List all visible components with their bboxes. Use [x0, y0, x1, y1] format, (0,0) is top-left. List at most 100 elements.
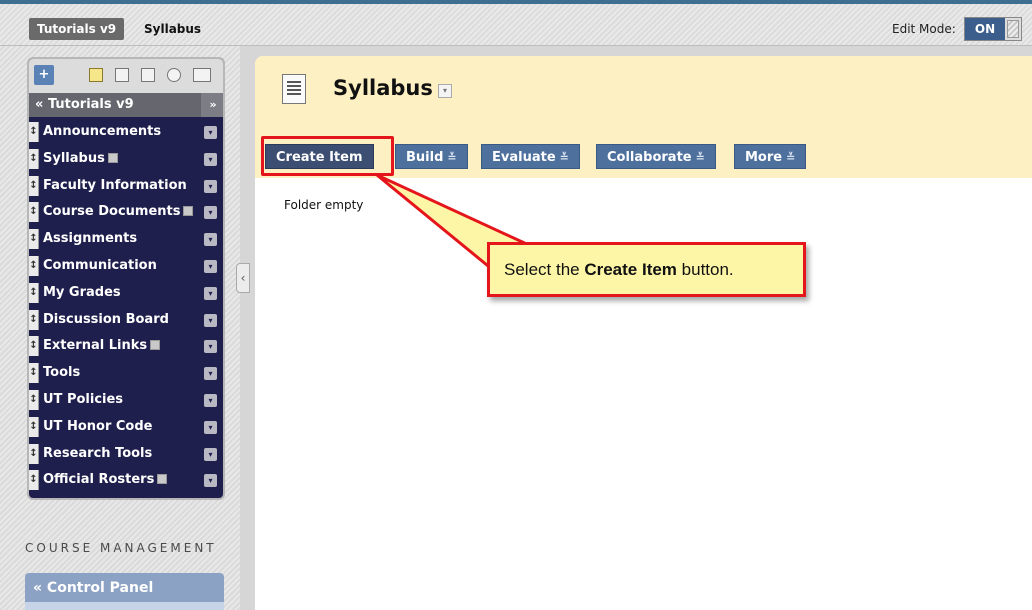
add-icon[interactable]: +: [34, 65, 54, 85]
course-menu-item-text: Announcements: [43, 124, 162, 139]
drag-handle-icon[interactable]: ↕: [29, 309, 39, 330]
item-options-chevron-icon[interactable]: ▾: [204, 340, 217, 354]
callout-text-post: button.: [676, 260, 734, 279]
course-management-label: COURSE MANAGEMENT: [25, 541, 217, 555]
course-menu-item[interactable]: ↕ UT Policies ▾: [29, 387, 223, 414]
item-options-chevron-icon[interactable]: ▾: [204, 286, 217, 300]
drag-handle-icon[interactable]: ↕: [29, 255, 39, 276]
course-menu-item[interactable]: ↕ My Grades ▾: [29, 280, 223, 307]
build-label: Build: [406, 150, 444, 165]
course-menu-item-label: Communication: [43, 253, 157, 280]
course-menu-item-label: Discussion Board: [43, 307, 169, 334]
drag-handle-icon[interactable]: ↕: [29, 389, 39, 410]
item-options-chevron-icon[interactable]: ▾: [204, 313, 217, 327]
drag-handle-icon[interactable]: ↕: [29, 336, 39, 357]
chevron-down-icon: ≚: [786, 151, 796, 164]
drag-handle-icon[interactable]: ↕: [29, 202, 39, 223]
collaborate-button[interactable]: Collaborate ≚: [596, 144, 716, 169]
drag-handle-icon[interactable]: ↕: [29, 470, 39, 491]
drag-handle-icon[interactable]: ↕: [29, 148, 39, 169]
grid-icon[interactable]: [193, 68, 211, 82]
drag-handle-icon[interactable]: ↕: [29, 363, 39, 384]
course-menu-item[interactable]: ↕ Official Rosters ▾: [29, 467, 223, 494]
page-title: Syllabus: [333, 76, 433, 100]
item-options-chevron-icon[interactable]: ▾: [204, 447, 217, 461]
drag-handle-icon[interactable]: ↕: [29, 282, 39, 303]
collapse-up-icon: «: [35, 97, 44, 112]
edit-mode-toggle[interactable]: ON: [964, 17, 1022, 41]
item-options-chevron-icon[interactable]: ▾: [204, 393, 217, 407]
course-menu-item-text: Communication: [43, 257, 157, 273]
course-menu-item-text: UT Policies: [43, 391, 124, 407]
content-area: Syllabus ▾ Create Item Build ≚ Evaluate ≚ …: [255, 56, 1032, 610]
course-menu-item[interactable]: ↕ Discussion Board ▾: [29, 307, 223, 334]
item-options-chevron-icon[interactable]: ▾: [204, 367, 217, 381]
course-menu-item-text: Course Documents: [43, 204, 181, 220]
folder-view-icon[interactable]: [115, 68, 129, 82]
course-menu-item-label: Course Documents: [43, 199, 194, 226]
drag-handle-icon[interactable]: ↕: [29, 229, 39, 250]
page-icon: [282, 74, 306, 104]
hidden-status-icon: [107, 152, 118, 163]
evaluate-button[interactable]: Evaluate ≚: [481, 144, 580, 169]
course-menu-item-label: My Grades: [43, 280, 121, 307]
course-menu-item-text: Tools: [43, 365, 81, 381]
drag-handle-icon[interactable]: ↕: [29, 416, 39, 437]
course-menu-item-label: Announcements: [43, 119, 161, 146]
item-options-chevron-icon[interactable]: ▾: [204, 179, 217, 193]
chevron-down-icon: ≚: [559, 151, 569, 164]
drag-handle-icon[interactable]: ↕: [29, 443, 39, 464]
toggle-knob: [1007, 20, 1019, 38]
course-menu-item-label: Assignments: [43, 226, 137, 253]
course-menu-item[interactable]: ↕ Research Tools ▾: [29, 441, 223, 468]
item-options-chevron-icon[interactable]: ▾: [204, 420, 217, 434]
course-menu-items: ↕ Announcements ▾ ↕ Syllabus ▾ ↕ Faculty Inform…: [29, 119, 223, 494]
more-label: More: [745, 150, 783, 165]
course-menu-item-label: Syllabus: [43, 146, 118, 173]
course-menu-header[interactable]: « Tutorials v9 »: [29, 93, 223, 117]
course-menu-item-text: Research Tools: [43, 445, 153, 461]
course-menu-item-label: Faculty Information: [43, 173, 187, 200]
course-menu-item-text: Assignments: [43, 231, 138, 247]
course-menu-item[interactable]: ↕ External Links ▾: [29, 333, 223, 360]
course-menu-item-text: My Grades: [43, 284, 121, 300]
build-button[interactable]: Build ≚: [395, 144, 468, 169]
drag-handle-icon[interactable]: ↕: [29, 175, 39, 196]
course-menu-item[interactable]: ↕ Announcements ▾: [29, 119, 223, 146]
item-options-chevron-icon[interactable]: ▾: [204, 259, 217, 273]
window-icon[interactable]: [141, 68, 155, 82]
drag-handle-icon[interactable]: ↕: [29, 122, 39, 142]
evaluate-label: Evaluate: [492, 150, 556, 165]
course-menu-item[interactable]: ↕ Course Documents ▾: [29, 199, 223, 226]
course-menu-item[interactable]: ↕ Faculty Information ▾: [29, 173, 223, 200]
more-button[interactable]: More ≚: [734, 144, 807, 169]
course-menu-item-label: Research Tools: [43, 441, 152, 468]
course-menu-item[interactable]: ↕ Communication ▾: [29, 253, 223, 280]
refresh-icon[interactable]: [167, 68, 181, 82]
course-menu-item[interactable]: ↕ UT Honor Code ▾: [29, 414, 223, 441]
course-menu-item[interactable]: ↕ Assignments ▾: [29, 226, 223, 253]
title-options-chevron-icon[interactable]: ▾: [438, 84, 452, 98]
course-menu-item[interactable]: ↕ Syllabus ▾: [29, 146, 223, 173]
course-menu: + « Tutorials v9 » ↕ Announcements ▾ ↕ Sylla…: [27, 57, 225, 500]
course-menu-toolbar: +: [29, 59, 223, 93]
control-panel-header[interactable]: « Control Panel: [25, 573, 224, 603]
list-view-icon[interactable]: [89, 68, 103, 82]
item-options-chevron-icon[interactable]: ▾: [204, 206, 217, 220]
callout-text-bold: Create Item: [584, 260, 677, 279]
item-options-chevron-icon[interactable]: ▾: [204, 474, 217, 488]
course-menu-item-label: Official Rosters: [43, 467, 168, 494]
item-options-chevron-icon[interactable]: ▾: [204, 152, 217, 166]
breadcrumb-course[interactable]: Tutorials v9: [29, 18, 125, 40]
item-options-chevron-icon[interactable]: ▾: [204, 126, 217, 139]
course-menu-item[interactable]: ↕ Tools ▾: [29, 360, 223, 387]
item-options-chevron-icon[interactable]: ▾: [204, 233, 217, 247]
control-panel-body: [25, 602, 224, 610]
expand-menu-icon[interactable]: »: [201, 93, 223, 117]
chevron-down-icon: ≚: [447, 151, 457, 164]
hidden-status-icon: [150, 340, 161, 351]
edit-mode-state: ON: [965, 18, 1005, 40]
collapse-sidebar-icon[interactable]: ‹: [236, 263, 250, 293]
control-panel-label: Control Panel: [46, 580, 154, 596]
course-menu-title: Tutorials v9: [47, 97, 134, 112]
